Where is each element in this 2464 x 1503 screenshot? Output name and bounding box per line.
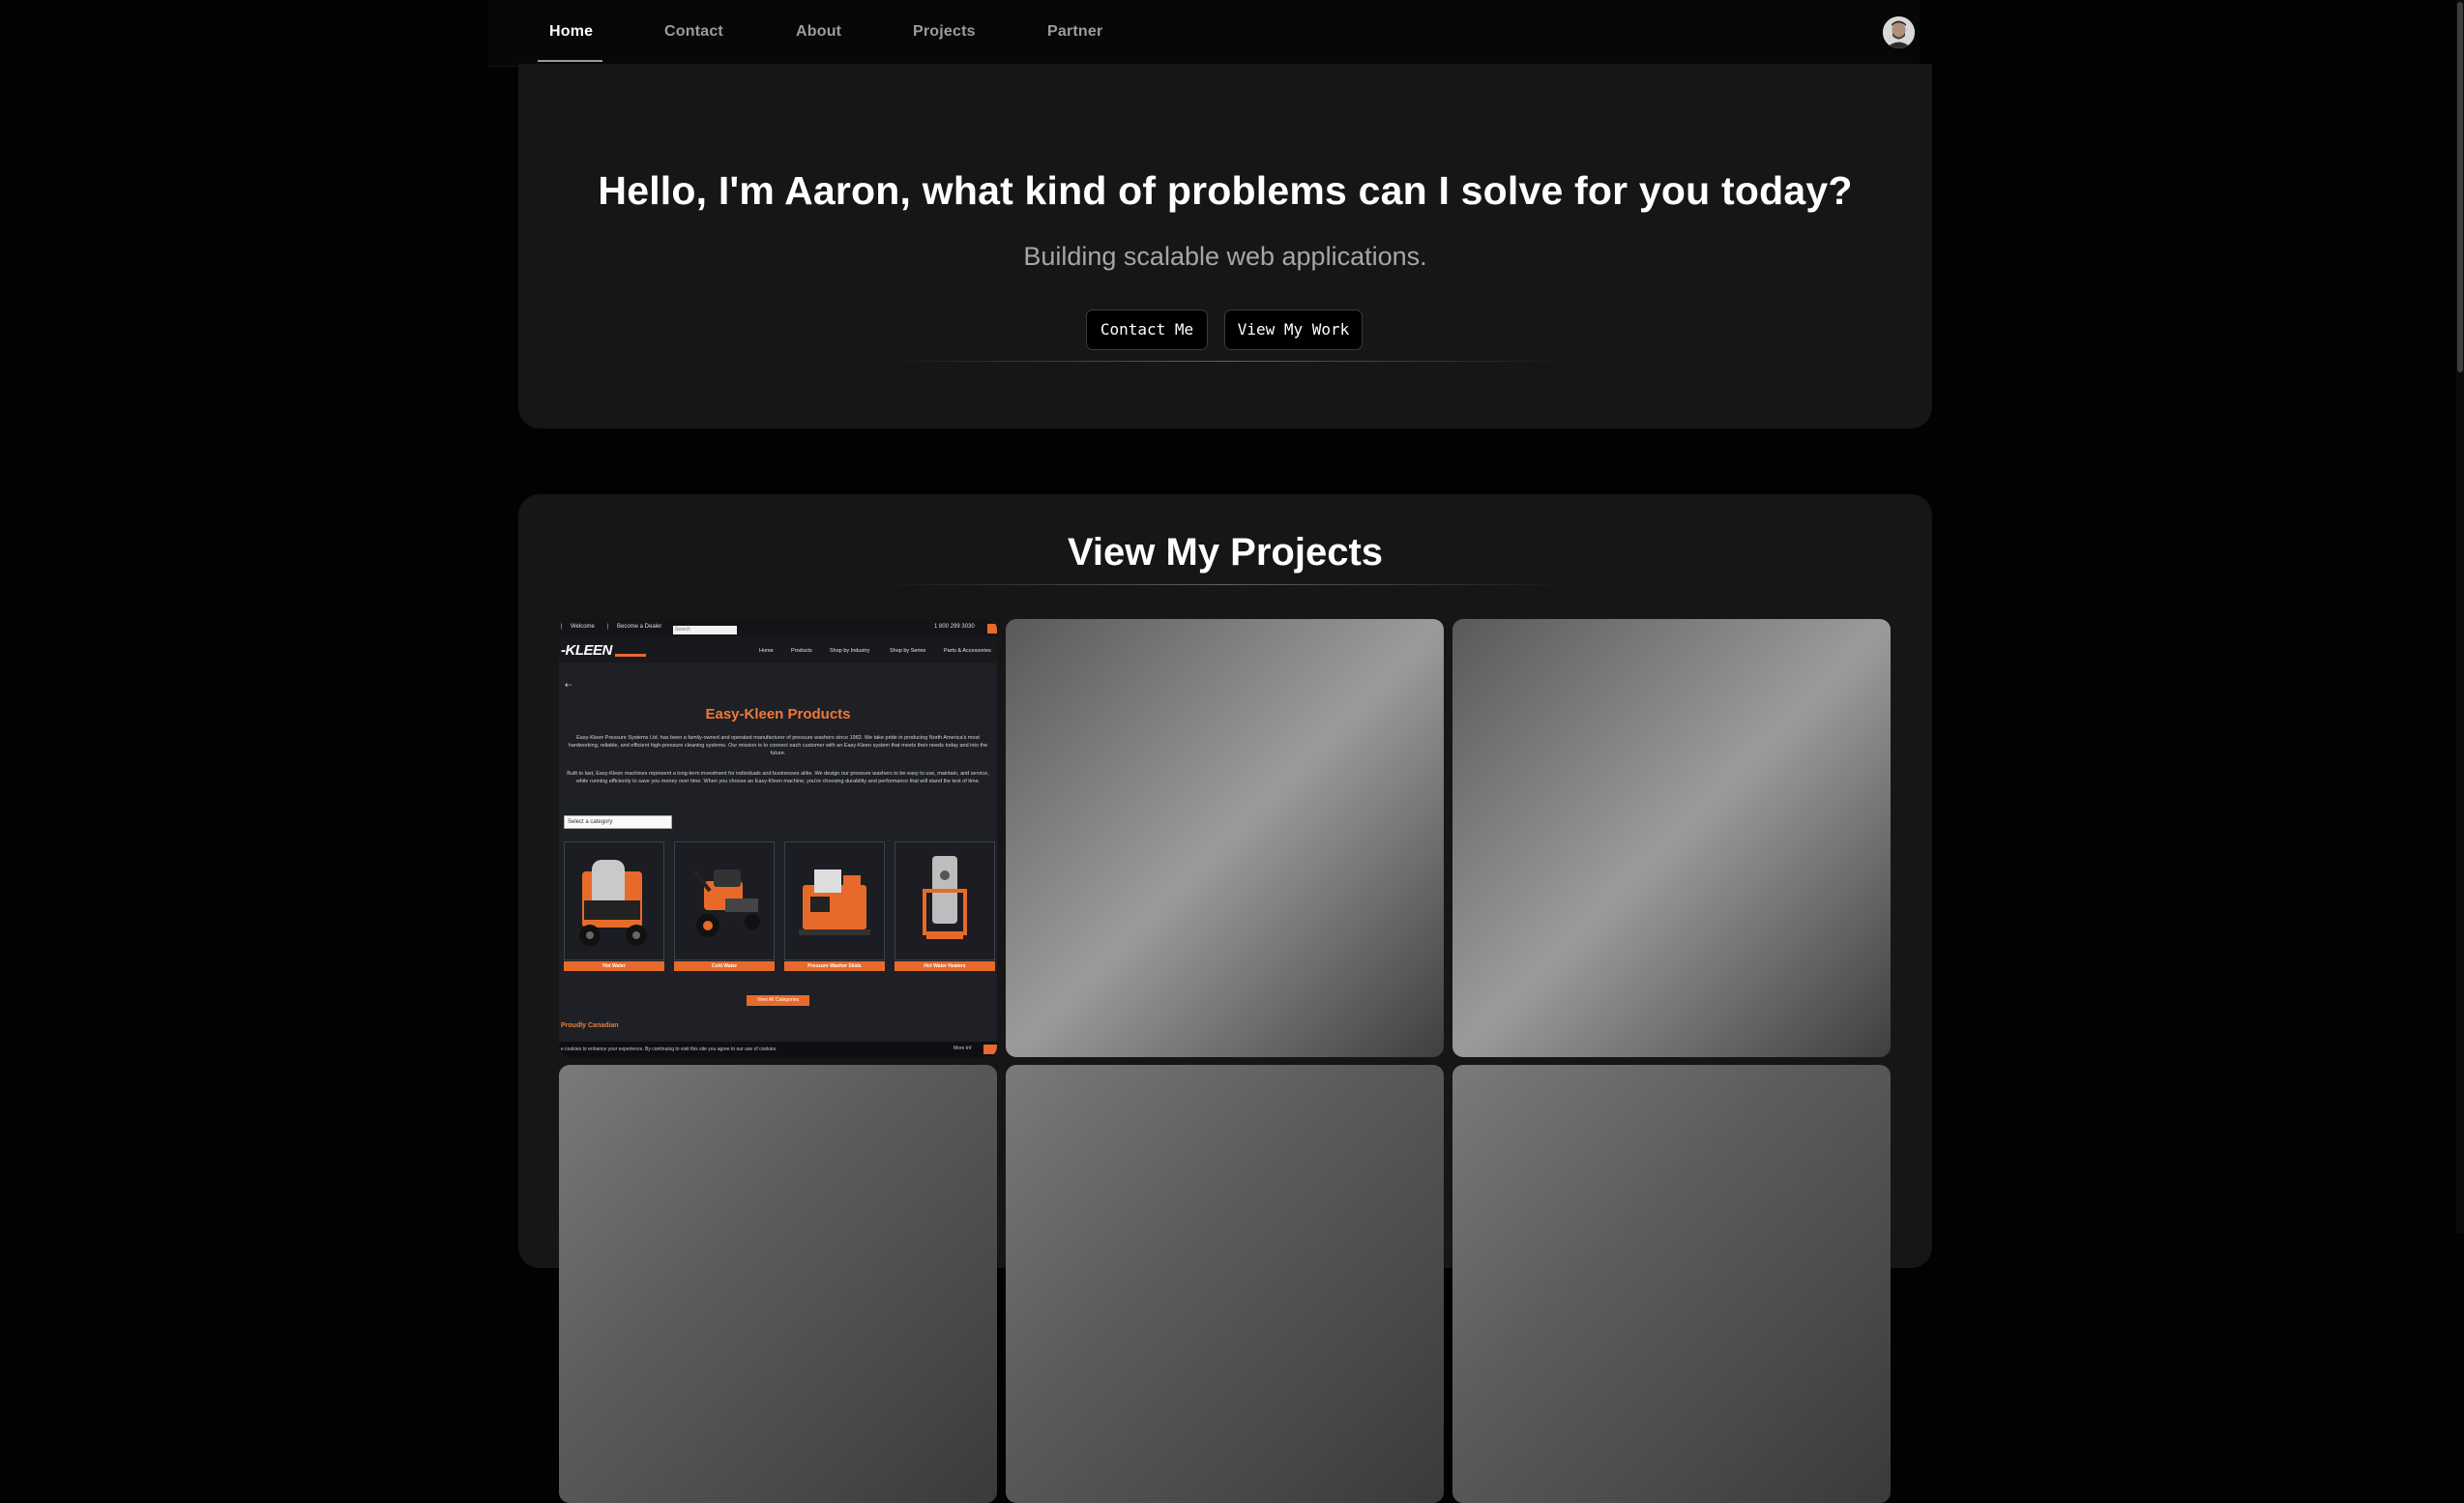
project-card-easy-kleen[interactable]: | Welcome | Become a Dealer Search 1 800… <box>559 619 997 1057</box>
hero-subtitle: Building scalable web applications. <box>1023 242 1427 271</box>
contact-me-button[interactable]: Contact Me <box>1086 309 1208 350</box>
preview-paragraph-1: Easy-Kleen Pressure Systems Ltd. has bee… <box>568 735 988 756</box>
nav-about[interactable]: About <box>796 0 841 64</box>
projects-divider <box>878 584 1572 585</box>
project-card-placeholder[interactable] <box>1452 1065 1891 1503</box>
hero-section: Hello, I'm Aaron, what kind of problems … <box>518 64 1932 428</box>
preview-divider-text: | <box>607 624 609 630</box>
preview-product-tile <box>784 841 885 960</box>
projects-section: View My Projects | Welcome | Become a De… <box>518 494 1932 1503</box>
avatar[interactable] <box>1883 16 1915 48</box>
user-photo-icon <box>1883 16 1915 48</box>
preview-cookie-more: More Inf <box>953 1046 972 1051</box>
hero-title: Hello, I'm Aaron, what kind of problems … <box>598 168 1853 213</box>
preview-category-label: Hot Water Heaters <box>895 961 995 971</box>
nav-projects[interactable]: Projects <box>913 0 976 64</box>
active-nav-indicator <box>538 60 602 62</box>
nav-partner[interactable]: Partner <box>1047 0 1102 64</box>
preview-category-select: Select a category <box>564 815 672 829</box>
preview-nav-parts: Parts & Accessories <box>944 648 991 654</box>
view-my-work-button[interactable]: View My Work <box>1224 309 1363 350</box>
project-preview-screenshot: | Welcome | Become a Dealer Search 1 800… <box>559 619 997 1057</box>
project-card-placeholder[interactable] <box>1452 619 1891 1057</box>
hero-divider <box>878 361 1572 362</box>
preview-logo-accent <box>615 654 646 657</box>
preview-cart-icon <box>987 624 997 634</box>
preview-paragraph-2: Built to last, Easy-Kleen machines repre… <box>567 771 989 784</box>
preview-logo: -KLEEN <box>561 642 612 659</box>
preview-view-all-button: View All Categories <box>747 995 809 1006</box>
project-card-placeholder[interactable] <box>1006 1065 1444 1503</box>
projects-title: View My Projects <box>1067 531 1384 574</box>
preview-divider-text: | <box>561 624 563 630</box>
page-scrollbar[interactable] <box>2456 0 2464 1233</box>
nav-contact[interactable]: Contact <box>664 0 723 64</box>
preview-dealer-link: Become a Dealer <box>617 624 662 630</box>
preview-nav-series: Shop by Series <box>890 648 926 654</box>
preview-product-tile <box>674 841 775 960</box>
preview-nav-industry: Shop by Industry <box>830 648 870 654</box>
preview-navbar <box>559 636 997 663</box>
preview-cookie-accept-button <box>983 1045 997 1054</box>
cold-water-washer-icon <box>692 869 760 937</box>
preview-category-label: Hot Water <box>564 961 664 971</box>
preview-product-tile <box>895 841 995 960</box>
preview-product-tile <box>564 841 664 960</box>
project-card-placeholder[interactable] <box>559 1065 997 1503</box>
project-card-placeholder[interactable] <box>1006 619 1444 1057</box>
preview-category-label: Cold Water <box>674 961 775 971</box>
preview-phone: 1 800 299 3030 <box>934 624 975 630</box>
top-navigation: Home Contact About Projects Partner <box>487 0 1920 67</box>
preview-nav-home: Home <box>759 648 774 654</box>
preview-welcome-link: Welcome <box>571 624 595 630</box>
preview-heading: Easy-Kleen Products <box>705 706 851 722</box>
preview-back-arrow-icon: ⇠ <box>565 680 572 690</box>
preview-search-input: Search <box>673 626 737 634</box>
nav-home[interactable]: Home <box>549 0 593 64</box>
hot-water-washer-icon <box>579 860 647 946</box>
preview-category-label: Pressure Washer Skids <box>784 961 885 971</box>
pressure-washer-skid-icon <box>799 869 870 935</box>
scrollbar-thumb[interactable] <box>2457 2 2463 372</box>
preview-proudly-canadian: Proudly Canadian <box>561 1022 619 1029</box>
preview-nav-products: Products <box>791 648 812 654</box>
preview-cookie-text: e cookies to enhance your experience. By… <box>561 1046 777 1052</box>
hot-water-heater-icon <box>923 856 967 939</box>
